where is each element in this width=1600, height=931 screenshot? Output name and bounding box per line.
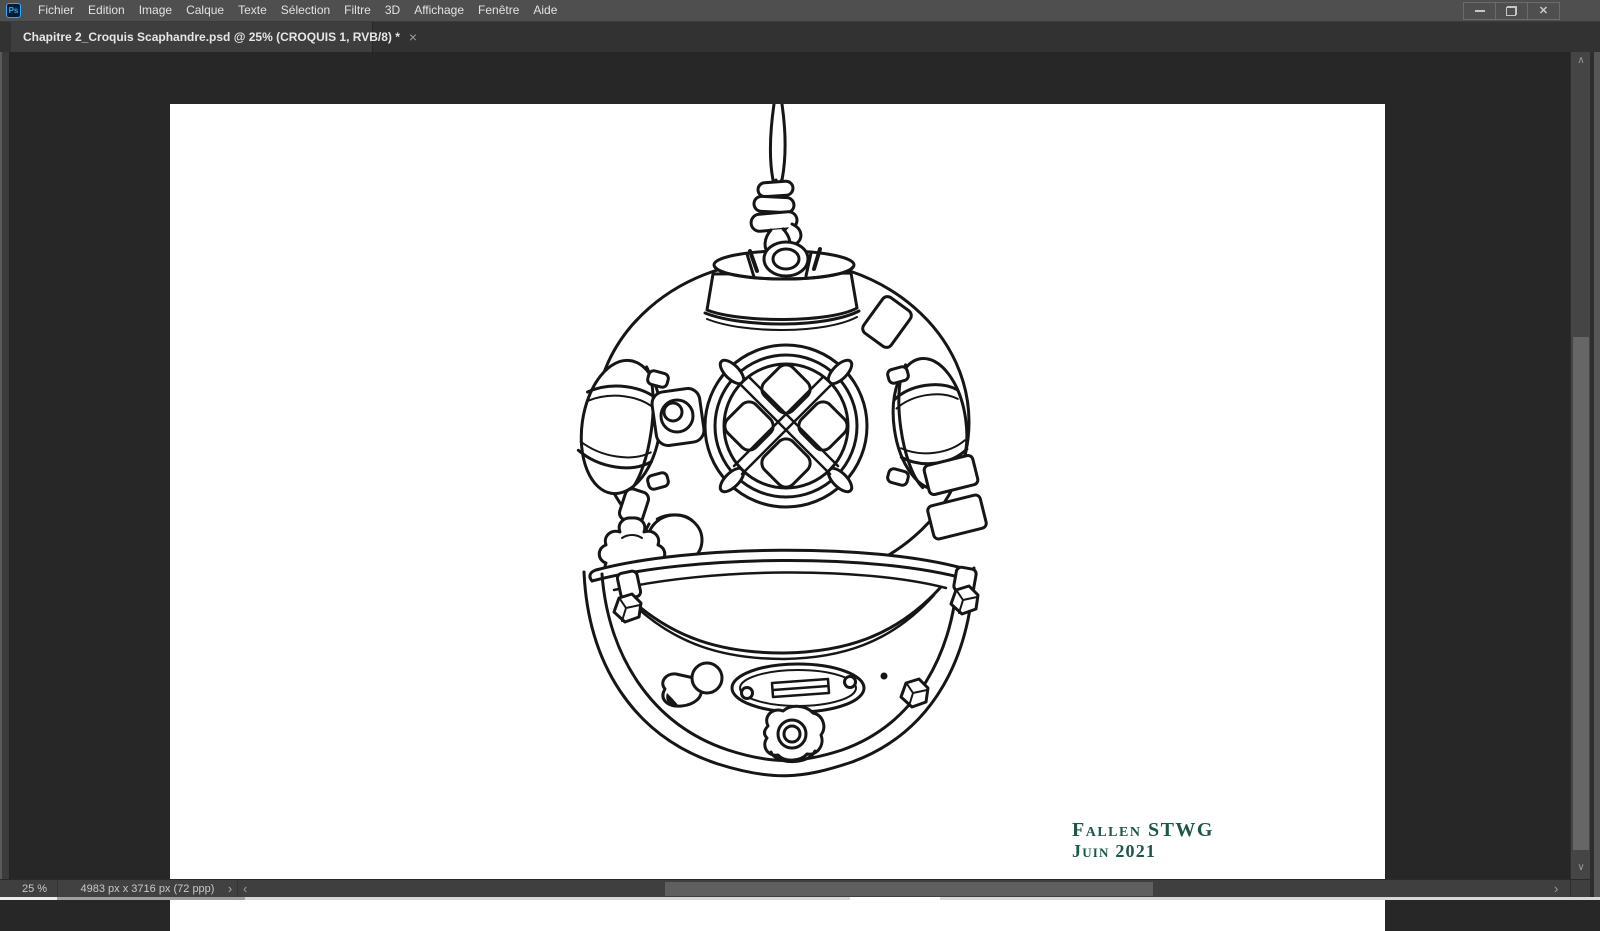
status-flyout-icon[interactable]: › [222, 881, 238, 896]
close-icon: ✕ [1538, 4, 1549, 17]
minimize-icon [1474, 10, 1485, 12]
scroll-down-icon[interactable]: ∨ [1571, 862, 1591, 873]
window-controls: ✕ [1463, 2, 1560, 20]
menu-filtre[interactable]: Filtre [337, 0, 378, 21]
signature-date: Juin 2021 [1072, 841, 1157, 861]
menu-bar: Ps Fichier Edition Image Calque Texte Sé… [0, 0, 1600, 22]
close-button[interactable]: ✕ [1527, 2, 1560, 20]
signature-name: Fallen STWG [1072, 819, 1214, 841]
status-bar: 25 % 4983 px x 3716 px (72 ppp) › ‹ › [0, 879, 1570, 897]
zoom-level-field[interactable]: 25 % [22, 883, 47, 895]
scroll-up-icon[interactable]: ∧ [1571, 55, 1591, 66]
artwork-signature: Fallen STWG Juin 2021 [1072, 820, 1214, 862]
menu-texte[interactable]: Texte [231, 0, 274, 21]
menu-3d[interactable]: 3D [378, 0, 407, 21]
vertical-scrollbar[interactable]: ∧ ∨ [1570, 52, 1590, 879]
document-tab[interactable]: Chapitre 2_Croquis Scaphandre.psd @ 25% … [11, 22, 417, 52]
document-info-field: 4983 px x 3716 px (72 ppp) [57, 880, 238, 897]
scrollbar-corner [1570, 879, 1590, 897]
document-dimensions: 4983 px x 3716 px (72 ppp) [80, 882, 215, 895]
horizontal-scrollbar-thumb[interactable] [665, 882, 1153, 896]
photoshop-logo-icon: Ps [6, 3, 21, 18]
vertical-scrollbar-thumb[interactable] [1573, 337, 1589, 850]
document-tab-title: Chapitre 2_Croquis Scaphandre.psd @ 25% … [23, 30, 400, 44]
left-dock-strip [0, 22, 10, 897]
menu-fichier[interactable]: Fichier [31, 0, 81, 21]
scroll-right-icon[interactable]: › [1554, 881, 1558, 896]
restore-icon [1506, 6, 1517, 16]
menu-affichage[interactable]: Affichage [407, 0, 471, 21]
diving-helmet-sketch [576, 104, 988, 778]
tab-close-icon[interactable]: × [409, 30, 417, 44]
document-tab-bar: Chapitre 2_Croquis Scaphandre.psd @ 25% … [0, 22, 1600, 52]
scroll-left-icon[interactable]: ‹ [243, 881, 247, 896]
canvas-work-area[interactable]: Fallen STWG Juin 2021 [0, 52, 1600, 931]
menu-selection[interactable]: Sélection [274, 0, 337, 21]
psd-document[interactable]: Fallen STWG Juin 2021 [170, 104, 1385, 931]
menu-edition[interactable]: Edition [81, 0, 132, 21]
menu-items: Fichier Edition Image Calque Texte Sélec… [31, 0, 564, 21]
menu-aide[interactable]: Aide [526, 0, 564, 21]
menu-image[interactable]: Image [132, 0, 179, 21]
menu-fenetre[interactable]: Fenêtre [471, 0, 526, 21]
right-dock-strip [1594, 22, 1600, 900]
menu-calque[interactable]: Calque [179, 0, 231, 21]
minimize-button[interactable] [1463, 2, 1496, 20]
restore-button[interactable] [1495, 2, 1528, 20]
